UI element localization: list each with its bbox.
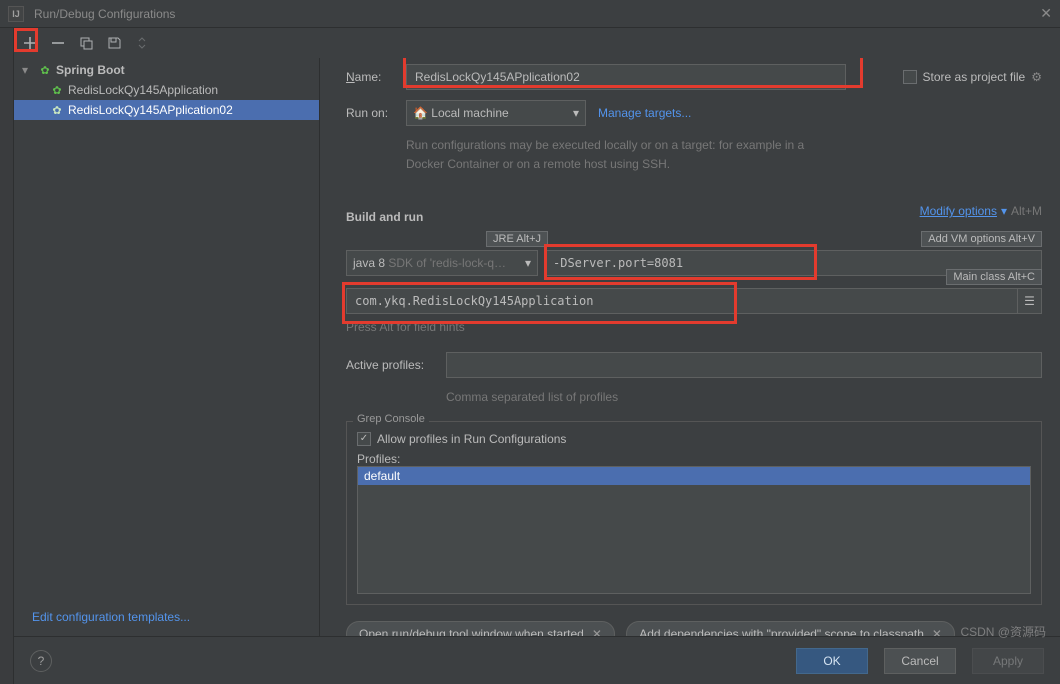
save-template-button[interactable] <box>104 33 124 53</box>
press-alt-hint: Press Alt for field hints <box>346 318 1042 337</box>
spring-icon: ✿ <box>50 83 64 97</box>
list-icon[interactable]: ☰ <box>1018 288 1042 314</box>
open-tool-pill[interactable]: Open run/debug tool window when started … <box>346 621 615 636</box>
toolbar <box>14 28 1060 58</box>
allow-profiles-checkbox[interactable]: ✓ <box>357 432 371 446</box>
name-input[interactable] <box>406 64 846 90</box>
close-icon[interactable]: ✕ <box>932 627 942 636</box>
close-icon[interactable]: ✕ <box>1040 5 1052 22</box>
store-label: Store as project file <box>923 70 1026 84</box>
help-button[interactable]: ? <box>30 650 52 672</box>
close-icon[interactable]: ✕ <box>592 627 602 636</box>
run-on-hint: Run configurations may be executed local… <box>406 136 826 174</box>
vm-hint: Add VM options Alt+V <box>921 231 1042 247</box>
modify-options-link[interactable]: Modify options <box>920 204 997 218</box>
tree-item-app2[interactable]: ✿ RedisLockQy145APplication02 <box>14 100 319 120</box>
copy-button[interactable] <box>76 33 96 53</box>
profile-option-default[interactable]: default <box>358 467 1030 485</box>
grep-legend: Grep Console <box>353 413 429 425</box>
sdk-label: java 8 <box>353 256 385 270</box>
tree-item-app1[interactable]: ✿ RedisLockQy145Application <box>14 80 319 100</box>
manage-targets-link[interactable]: Manage targets... <box>598 106 691 120</box>
sdk-dropdown[interactable]: java 8 SDK of 'redis-lock-q… ▾ <box>346 250 538 276</box>
gear-icon[interactable]: ⚙ <box>1031 70 1042 84</box>
tree-root-label: Spring Boot <box>56 63 125 77</box>
active-profiles-hint: Comma separated list of profiles <box>446 388 1042 407</box>
spring-icon: ✿ <box>38 63 52 77</box>
main-class-input[interactable] <box>346 288 1018 314</box>
tree-item-label: RedisLockQy145APplication02 <box>68 103 233 117</box>
apply-button[interactable]: Apply <box>972 648 1044 674</box>
ok-button[interactable]: OK <box>796 648 868 674</box>
remove-button[interactable] <box>48 33 68 53</box>
chevron-down-icon: ▾ <box>525 256 531 270</box>
jre-hint: JRE Alt+J <box>486 231 548 247</box>
gutter <box>0 28 14 684</box>
active-profiles-label: Active profiles: <box>346 358 446 372</box>
allow-profiles-label: Allow profiles in Run Configurations <box>377 432 566 446</box>
store-checkbox[interactable] <box>903 70 917 84</box>
cancel-button[interactable]: Cancel <box>884 648 956 674</box>
build-run-title: Build and run <box>346 210 423 224</box>
tree-root-spring-boot[interactable]: ▾ ✿ Spring Boot <box>14 60 319 80</box>
run-on-label: Run on: <box>346 106 406 120</box>
active-profiles-input[interactable] <box>446 352 1042 378</box>
chevron-down-icon: ▾ <box>573 106 579 120</box>
profiles-label: Profiles: <box>357 452 1031 466</box>
main-class-hint: Main class Alt+C <box>946 269 1042 285</box>
window-title: Run/Debug Configurations <box>34 7 175 21</box>
pill-label: Open run/debug tool window when started <box>359 627 584 636</box>
profiles-listbox[interactable]: default <box>357 466 1031 594</box>
chevron-down-icon: ▾ <box>1001 204 1007 218</box>
run-on-value: Local machine <box>431 106 508 120</box>
app-logo: IJ <box>8 6 24 22</box>
add-button[interactable] <box>20 33 40 53</box>
config-tree: ▾ ✿ Spring Boot ✿ RedisLockQy145Applicat… <box>14 58 320 636</box>
config-panel: Name: Store as project file ⚙ Run on: 🏠 … <box>320 58 1060 636</box>
sdk-detail: SDK of 'redis-lock-q… <box>388 256 506 270</box>
name-label: Name: <box>346 70 406 84</box>
footer: ? OK Cancel Apply <box>14 636 1060 684</box>
run-on-dropdown[interactable]: 🏠 Local machine ▾ <box>406 100 586 126</box>
edit-templates-link[interactable]: Edit configuration templates... <box>32 610 190 624</box>
grep-console-fieldset: Grep Console ✓ Allow profiles in Run Con… <box>346 421 1042 605</box>
modify-key: Alt+M <box>1011 202 1042 221</box>
move-up-down-button <box>132 33 152 53</box>
tree-item-label: RedisLockQy145Application <box>68 83 218 97</box>
chevron-down-icon: ▾ <box>22 63 34 77</box>
deps-pill[interactable]: Add dependencies with "provided" scope t… <box>626 621 955 636</box>
spring-icon: ✿ <box>50 103 64 117</box>
pill-label: Add dependencies with "provided" scope t… <box>639 627 924 636</box>
titlebar: IJ Run/Debug Configurations ✕ <box>0 0 1060 28</box>
